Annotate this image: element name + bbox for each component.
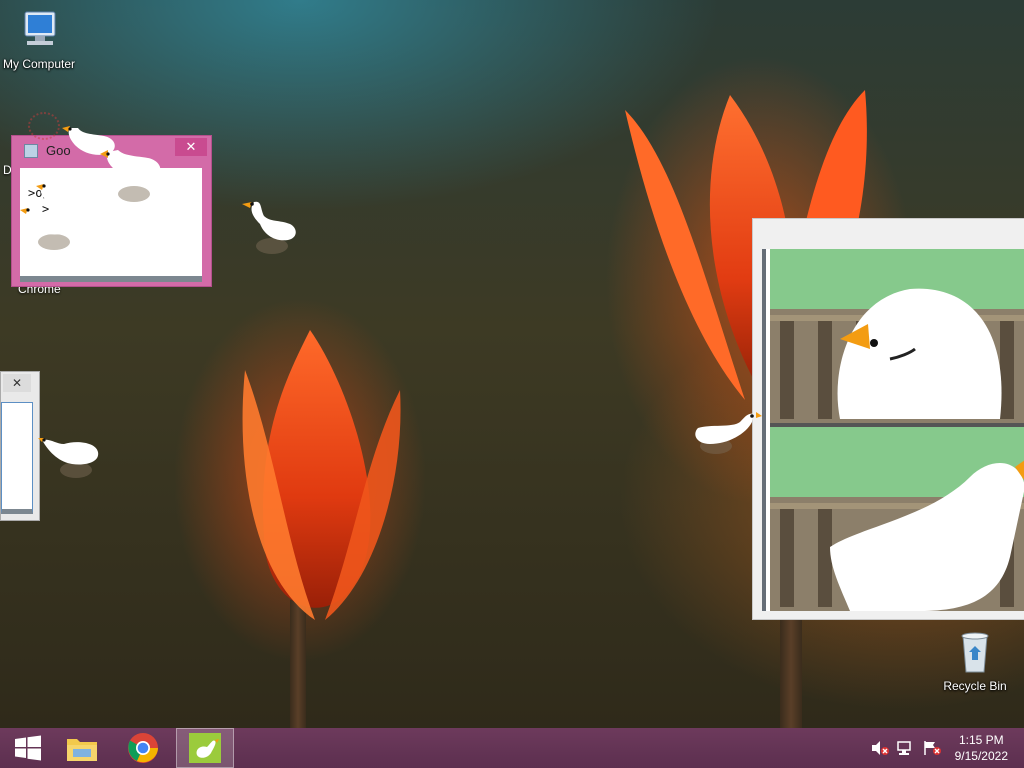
- goose-sprite[interactable]: [98, 138, 168, 208]
- goose-app-icon: [189, 733, 221, 763]
- network-icon[interactable]: [896, 740, 916, 756]
- windows-start-icon: [15, 735, 41, 761]
- recycle-bin-icon: [961, 632, 989, 673]
- meme-panel-top: [770, 249, 1024, 423]
- chrome-icon: [128, 733, 158, 763]
- goose-sprite[interactable]: [240, 194, 300, 258]
- taskbar-clock[interactable]: 1:15 PM 9/15/2022: [955, 732, 1008, 764]
- volume-muted-icon[interactable]: [870, 740, 890, 756]
- close-button[interactable]: ✕: [175, 138, 207, 156]
- start-button[interactable]: [0, 728, 56, 768]
- clock-time: 1:15 PM: [958, 733, 1004, 747]
- close-button[interactable]: ✕: [3, 374, 31, 392]
- computer-icon: [24, 11, 56, 45]
- window-content-area[interactable]: [1, 402, 33, 514]
- taskbar: 1:15 PM 9/15/2022: [0, 728, 1024, 768]
- desktop-background: My Computer D Chrome Recycle Bin Goo ✕ >…: [0, 0, 1024, 728]
- clock-date: 9/15/2022: [954, 749, 1008, 763]
- desktop-icon-my-computer[interactable]: My Computer: [0, 8, 81, 71]
- taskbar-file-explorer[interactable]: [54, 728, 110, 768]
- action-center-flag-icon[interactable]: [922, 740, 942, 756]
- tulip-left: [242, 330, 401, 620]
- desktop-icon-label: My Computer: [2, 57, 76, 71]
- left-partial-window[interactable]: ✕: [0, 371, 40, 521]
- taskbar-goose-app-active[interactable]: [176, 728, 234, 768]
- desktop-icon-recycle-bin[interactable]: Recycle Bin: [933, 630, 1017, 693]
- file-explorer-icon: [67, 739, 97, 761]
- meme-image-window[interactable]: [752, 218, 1024, 620]
- goose-sprite[interactable]: [690, 404, 762, 462]
- window-app-icon: [24, 144, 38, 158]
- taskbar-chrome[interactable]: [115, 728, 171, 768]
- meme-image: [762, 249, 1024, 611]
- decoration-swirl: [28, 112, 60, 140]
- desktop-icon-label: Recycle Bin: [943, 679, 1007, 693]
- goose-sprite[interactable]: [36, 432, 102, 484]
- meme-panel-bottom: [770, 427, 1024, 611]
- system-tray: [870, 728, 942, 768]
- goose-sprite[interactable]: [18, 176, 98, 256]
